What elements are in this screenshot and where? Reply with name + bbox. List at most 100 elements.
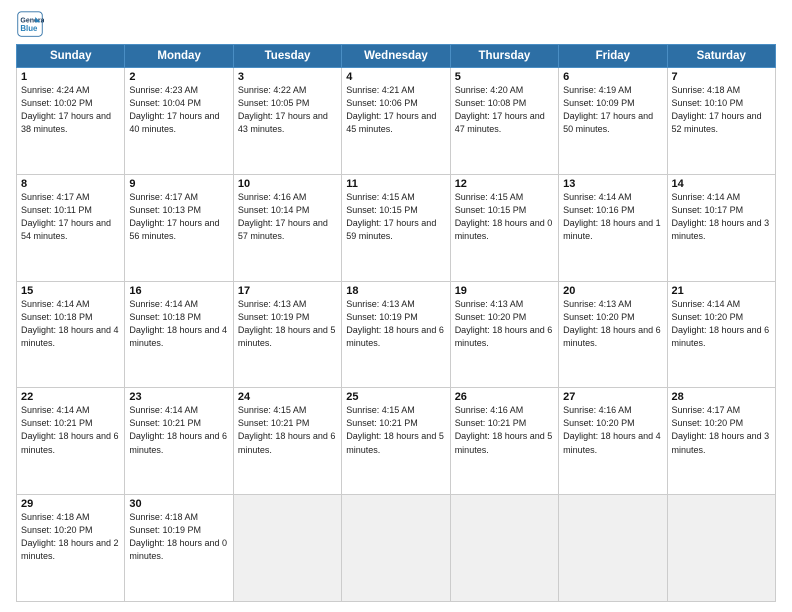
day-number: 22 [21,391,120,403]
header: General Blue [16,10,776,38]
day-info: Sunrise: 4:24 AMSunset: 10:02 PMDaylight… [21,84,120,136]
day-number: 14 [672,178,771,190]
calendar-day: 14Sunrise: 4:14 AMSunset: 10:17 PMDaylig… [667,174,775,281]
day-number: 23 [129,391,228,403]
calendar-day: 3Sunrise: 4:22 AMSunset: 10:05 PMDayligh… [233,68,341,175]
calendar-day: 11Sunrise: 4:15 AMSunset: 10:15 PMDaylig… [342,174,450,281]
day-number: 5 [455,71,554,83]
day-number: 13 [563,178,662,190]
calendar-day: 4Sunrise: 4:21 AMSunset: 10:06 PMDayligh… [342,68,450,175]
day-number: 27 [563,391,662,403]
day-info: Sunrise: 4:21 AMSunset: 10:06 PMDaylight… [346,84,445,136]
day-number: 15 [21,285,120,297]
day-info: Sunrise: 4:15 AMSunset: 10:15 PMDaylight… [346,191,445,243]
day-info: Sunrise: 4:16 AMSunset: 10:21 PMDaylight… [455,404,554,456]
day-number: 10 [238,178,337,190]
calendar-day: 6Sunrise: 4:19 AMSunset: 10:09 PMDayligh… [559,68,667,175]
calendar-day: 10Sunrise: 4:16 AMSunset: 10:14 PMDaylig… [233,174,341,281]
empty-cell [233,495,341,602]
calendar-day: 18Sunrise: 4:13 AMSunset: 10:19 PMDaylig… [342,281,450,388]
calendar-day: 8Sunrise: 4:17 AMSunset: 10:11 PMDayligh… [17,174,125,281]
day-info: Sunrise: 4:13 AMSunset: 10:19 PMDaylight… [238,298,337,350]
empty-cell [450,495,558,602]
calendar-day: 5Sunrise: 4:20 AMSunset: 10:08 PMDayligh… [450,68,558,175]
svg-text:Blue: Blue [20,24,38,33]
day-info: Sunrise: 4:17 AMSunset: 10:13 PMDaylight… [129,191,228,243]
empty-cell [559,495,667,602]
day-info: Sunrise: 4:14 AMSunset: 10:20 PMDaylight… [672,298,771,350]
calendar-table: SundayMondayTuesdayWednesdayThursdayFrid… [16,44,776,602]
day-number: 12 [455,178,554,190]
day-number: 6 [563,71,662,83]
day-number: 30 [129,498,228,510]
day-number: 21 [672,285,771,297]
day-info: Sunrise: 4:14 AMSunset: 10:18 PMDaylight… [129,298,228,350]
calendar-day: 16Sunrise: 4:14 AMSunset: 10:18 PMDaylig… [125,281,233,388]
calendar-day: 27Sunrise: 4:16 AMSunset: 10:20 PMDaylig… [559,388,667,495]
day-info: Sunrise: 4:13 AMSunset: 10:19 PMDaylight… [346,298,445,350]
day-info: Sunrise: 4:18 AMSunset: 10:10 PMDaylight… [672,84,771,136]
day-info: Sunrise: 4:14 AMSunset: 10:16 PMDaylight… [563,191,662,243]
day-number: 1 [21,71,120,83]
day-number: 26 [455,391,554,403]
calendar-day: 13Sunrise: 4:14 AMSunset: 10:16 PMDaylig… [559,174,667,281]
day-number: 9 [129,178,228,190]
page: General Blue SundayMondayTuesdayWednesda… [0,0,792,612]
calendar-day: 2Sunrise: 4:23 AMSunset: 10:04 PMDayligh… [125,68,233,175]
weekday-header: Thursday [450,45,558,68]
calendar-day: 24Sunrise: 4:15 AMSunset: 10:21 PMDaylig… [233,388,341,495]
day-info: Sunrise: 4:20 AMSunset: 10:08 PMDaylight… [455,84,554,136]
day-info: Sunrise: 4:14 AMSunset: 10:21 PMDaylight… [129,404,228,456]
day-info: Sunrise: 4:22 AMSunset: 10:05 PMDaylight… [238,84,337,136]
day-number: 24 [238,391,337,403]
day-number: 16 [129,285,228,297]
day-number: 17 [238,285,337,297]
calendar-day: 28Sunrise: 4:17 AMSunset: 10:20 PMDaylig… [667,388,775,495]
day-number: 19 [455,285,554,297]
weekday-header: Monday [125,45,233,68]
weekday-header: Saturday [667,45,775,68]
weekday-header: Sunday [17,45,125,68]
day-info: Sunrise: 4:14 AMSunset: 10:17 PMDaylight… [672,191,771,243]
weekday-header: Tuesday [233,45,341,68]
day-info: Sunrise: 4:17 AMSunset: 10:20 PMDaylight… [672,404,771,456]
calendar-day: 22Sunrise: 4:14 AMSunset: 10:21 PMDaylig… [17,388,125,495]
calendar-day: 15Sunrise: 4:14 AMSunset: 10:18 PMDaylig… [17,281,125,388]
day-info: Sunrise: 4:19 AMSunset: 10:09 PMDaylight… [563,84,662,136]
calendar-day: 26Sunrise: 4:16 AMSunset: 10:21 PMDaylig… [450,388,558,495]
calendar-day: 9Sunrise: 4:17 AMSunset: 10:13 PMDayligh… [125,174,233,281]
day-info: Sunrise: 4:14 AMSunset: 10:21 PMDaylight… [21,404,120,456]
logo: General Blue [16,10,48,38]
calendar-day: 29Sunrise: 4:18 AMSunset: 10:20 PMDaylig… [17,495,125,602]
day-number: 20 [563,285,662,297]
weekday-header: Friday [559,45,667,68]
empty-cell [667,495,775,602]
calendar-day: 12Sunrise: 4:15 AMSunset: 10:15 PMDaylig… [450,174,558,281]
day-number: 29 [21,498,120,510]
day-info: Sunrise: 4:23 AMSunset: 10:04 PMDaylight… [129,84,228,136]
day-info: Sunrise: 4:18 AMSunset: 10:20 PMDaylight… [21,511,120,563]
day-info: Sunrise: 4:17 AMSunset: 10:11 PMDaylight… [21,191,120,243]
calendar-day: 19Sunrise: 4:13 AMSunset: 10:20 PMDaylig… [450,281,558,388]
day-info: Sunrise: 4:14 AMSunset: 10:18 PMDaylight… [21,298,120,350]
day-info: Sunrise: 4:18 AMSunset: 10:19 PMDaylight… [129,511,228,563]
calendar-day: 7Sunrise: 4:18 AMSunset: 10:10 PMDayligh… [667,68,775,175]
day-info: Sunrise: 4:15 AMSunset: 10:15 PMDaylight… [455,191,554,243]
day-number: 7 [672,71,771,83]
calendar-day: 30Sunrise: 4:18 AMSunset: 10:19 PMDaylig… [125,495,233,602]
day-number: 11 [346,178,445,190]
calendar-day: 17Sunrise: 4:13 AMSunset: 10:19 PMDaylig… [233,281,341,388]
calendar-day: 23Sunrise: 4:14 AMSunset: 10:21 PMDaylig… [125,388,233,495]
day-info: Sunrise: 4:15 AMSunset: 10:21 PMDaylight… [346,404,445,456]
day-info: Sunrise: 4:13 AMSunset: 10:20 PMDaylight… [455,298,554,350]
day-number: 2 [129,71,228,83]
calendar-day: 20Sunrise: 4:13 AMSunset: 10:20 PMDaylig… [559,281,667,388]
day-info: Sunrise: 4:16 AMSunset: 10:20 PMDaylight… [563,404,662,456]
day-number: 4 [346,71,445,83]
day-info: Sunrise: 4:13 AMSunset: 10:20 PMDaylight… [563,298,662,350]
calendar-day: 21Sunrise: 4:14 AMSunset: 10:20 PMDaylig… [667,281,775,388]
day-number: 3 [238,71,337,83]
day-info: Sunrise: 4:16 AMSunset: 10:14 PMDaylight… [238,191,337,243]
day-number: 28 [672,391,771,403]
day-number: 8 [21,178,120,190]
